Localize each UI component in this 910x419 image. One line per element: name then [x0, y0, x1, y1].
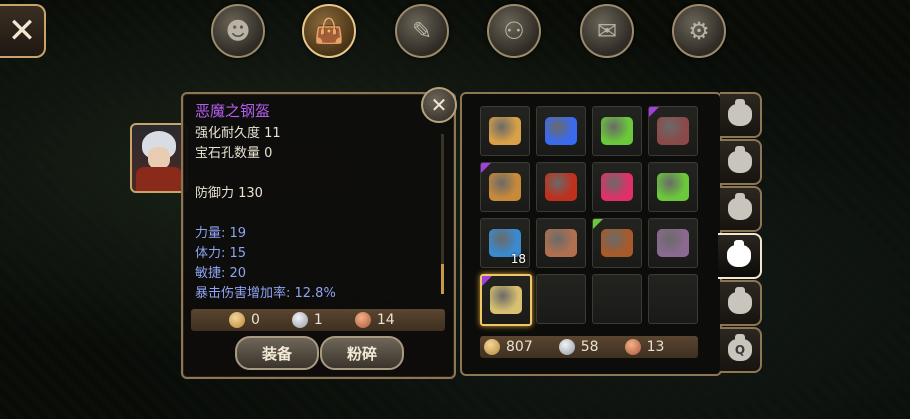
character-avatar[interactable]: [130, 123, 188, 193]
item-stat-line: 敏捷: 20: [195, 266, 247, 281]
purple-armor-icon: [657, 229, 689, 257]
inventory-slot-empty[interactable]: [592, 274, 642, 324]
bag-tab-3[interactable]: [720, 186, 762, 232]
inventory-slot-green-gem[interactable]: [592, 106, 642, 156]
bag-icon: [727, 240, 751, 267]
party-icon: ⚇: [503, 17, 525, 45]
price-copper: 14: [376, 312, 395, 328]
item-stats: 强化耐久度 11 宝石孔数量 0 防御力 130 力量: 19 体力: 15 敏捷: …: [195, 124, 434, 304]
item-stat-line: 暴击伤害增加率: 12.8%: [195, 286, 336, 301]
item-stat-line: 宝石孔数量 0: [195, 146, 273, 161]
inventory-slot-empty[interactable]: [536, 274, 586, 324]
bag-icon: [728, 287, 752, 314]
sell-price-bar: 0 1 14: [191, 309, 445, 331]
red-book-icon: [545, 173, 577, 201]
inventory-slot-green-gem[interactable]: [648, 162, 698, 212]
rarity-corner: [649, 107, 659, 117]
head-icon: ☻: [225, 17, 251, 45]
item-stat-line: 力量: 19: [195, 226, 247, 241]
inventory-slot-necklace[interactable]: [480, 106, 530, 156]
scroll-icon: ✉: [596, 17, 618, 45]
silver-coin-icon: [291, 312, 308, 328]
bag-tab-2[interactable]: [720, 139, 762, 185]
necklace-icon: [489, 117, 521, 145]
tab-skills[interactable]: ✎: [395, 4, 449, 58]
currency-silver: 58: [580, 339, 599, 355]
bag-tab-label: Q: [734, 343, 746, 357]
gold-coin-icon: [229, 312, 245, 328]
demon-armor-icon: [657, 117, 689, 145]
pink-gem-icon: [601, 173, 633, 201]
currency-bar: 807 58 13: [480, 336, 698, 358]
gold-coin-icon: [484, 339, 500, 355]
inventory-panel: 18 807 58 13: [460, 92, 722, 376]
item-stat-line: [195, 164, 434, 184]
feather-icon: ✎: [411, 17, 433, 45]
smash-button[interactable]: 粉碎: [320, 336, 404, 370]
item-quantity: 18: [510, 252, 526, 266]
inventory-slot-bread[interactable]: [480, 162, 530, 212]
detail-scrollbar[interactable]: [441, 134, 444, 294]
item-stat-line: 强化耐久度 11: [195, 126, 281, 141]
bag-icon: [728, 146, 752, 173]
inventory-slot-gauntlet[interactable]: [536, 218, 586, 268]
inventory-slot-gold-helmet[interactable]: [480, 274, 532, 326]
equip-button[interactable]: 装备: [235, 336, 319, 370]
price-silver: 1: [313, 312, 323, 328]
rarity-corner: [482, 276, 492, 286]
green-gem-icon: [601, 117, 633, 145]
inventory-slot-demon-armor[interactable]: [648, 106, 698, 156]
inventory-slot-blue-orb[interactable]: 18: [480, 218, 530, 268]
rarity-corner: [593, 219, 603, 229]
currency-gold: 807: [506, 339, 533, 355]
inventory-slot-red-book[interactable]: [536, 162, 586, 212]
currency-copper: 13: [646, 339, 665, 355]
green-gem-icon: [657, 173, 689, 201]
bag-icon: 👜: [314, 17, 344, 45]
item-detail-panel: 恶魔之钢盔 强化耐久度 11 宝石孔数量 0 防御力 130 力量: 19 体力: …: [181, 92, 456, 379]
copper-coin-icon: [354, 312, 371, 328]
bag-tab-6[interactable]: Q: [720, 327, 762, 373]
inventory-slot-purple-armor[interactable]: [648, 218, 698, 268]
inventory-slot-blue-gem[interactable]: [536, 106, 586, 156]
inventory-slot-empty[interactable]: [648, 274, 698, 324]
bag-icon: Q: [728, 334, 752, 361]
gauntlet-icon: [545, 229, 577, 257]
silver-coin-icon: [558, 339, 575, 355]
tab-party[interactable]: ⚇: [487, 4, 541, 58]
bag-icon: [728, 99, 752, 126]
tab-settings[interactable]: ⚙: [672, 4, 726, 58]
close-icon[interactable]: ✕: [0, 4, 46, 58]
inventory-slot-leather-vest[interactable]: [592, 218, 642, 268]
bag-tab-4[interactable]: [718, 233, 762, 279]
inventory-slot-pink-gem[interactable]: [592, 162, 642, 212]
item-stat-line: 防御力 130: [195, 186, 263, 201]
gear-icon: ⚙: [688, 17, 710, 45]
close-detail-icon[interactable]: ✕: [421, 87, 457, 123]
leather-vest-icon: [601, 229, 633, 257]
tab-quest[interactable]: ✉: [580, 4, 634, 58]
bag-tab-5[interactable]: [720, 280, 762, 326]
blue-gem-icon: [545, 117, 577, 145]
price-gold: 0: [251, 312, 260, 328]
gold-helmet-icon: [490, 286, 522, 314]
bag-icon: [728, 193, 752, 220]
tab-inventory[interactable]: 👜: [302, 4, 356, 58]
tab-character[interactable]: ☻: [211, 4, 265, 58]
item-stat-line: [195, 204, 434, 224]
bag-tab-1[interactable]: [720, 92, 762, 138]
copper-coin-icon: [624, 339, 641, 355]
item-name: 恶魔之钢盔: [195, 102, 271, 120]
item-stat-line: 体力: 15: [195, 246, 247, 261]
bread-icon: [489, 173, 521, 201]
rarity-corner: [481, 163, 491, 173]
